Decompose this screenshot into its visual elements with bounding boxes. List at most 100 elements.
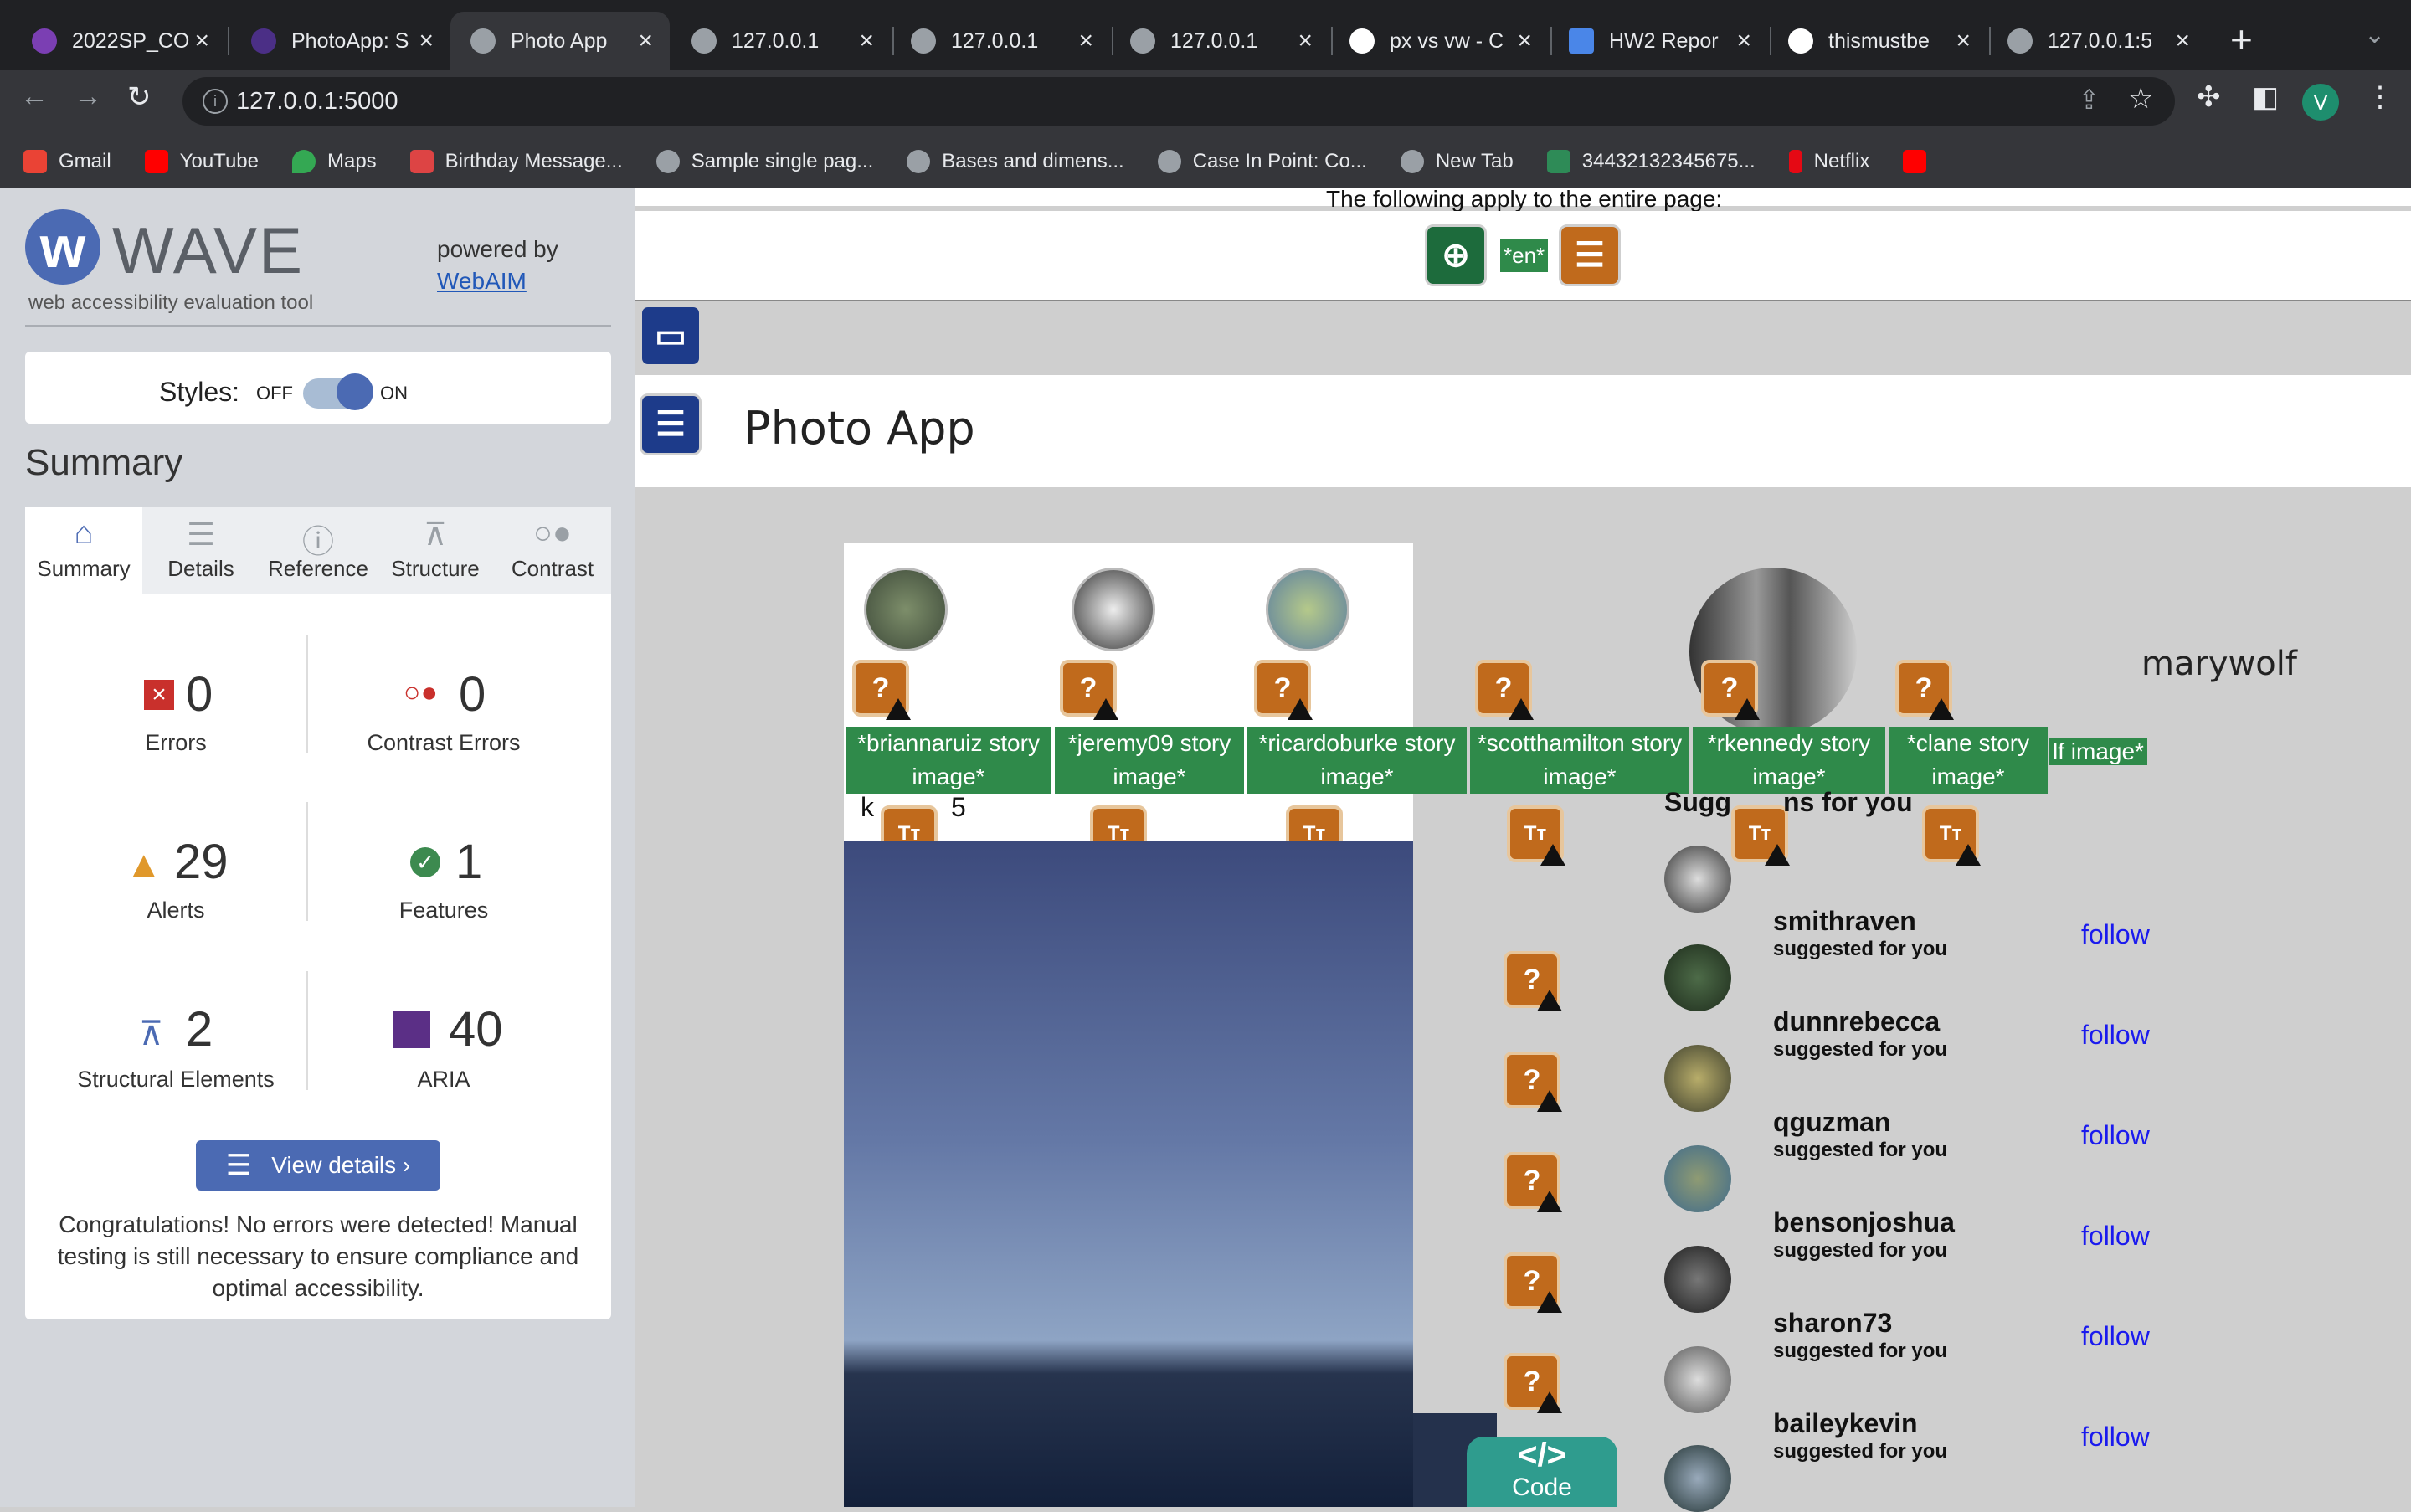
bookmark-youtube[interactable]: YouTube <box>144 150 259 173</box>
language-globe-icon[interactable]: ⊕ <box>1425 224 1487 286</box>
language-tag: *en* <box>1500 239 1549 272</box>
header-region-icon[interactable]: ▭ <box>640 305 702 367</box>
globe-icon <box>1400 150 1424 173</box>
extensions-icon[interactable]: ✣ <box>2197 80 2221 114</box>
browser-tab[interactable]: 127.0.0.1:5 × <box>1987 12 2207 70</box>
tab-details[interactable]: ☰ Details <box>142 507 260 594</box>
back-icon[interactable]: ← <box>20 80 49 113</box>
text-alert-icon[interactable]: Tт <box>1507 805 1565 866</box>
close-tab-icon[interactable]: × <box>1078 27 1093 55</box>
browser-tab[interactable]: px vs vw - C × <box>1329 12 1549 70</box>
browser-tab[interactable]: thismustbe × <box>1768 12 1987 70</box>
bookmark-number[interactable]: 34432132345675... <box>1546 150 1756 173</box>
tab-contrast[interactable]: ○● Contrast <box>494 507 611 594</box>
close-tab-icon[interactable]: × <box>194 27 209 55</box>
bookmark-sample-page[interactable]: Sample single pag... <box>655 150 873 173</box>
bookmark-new-tab[interactable]: New Tab <box>1400 150 1514 173</box>
browser-tab[interactable]: 127.0.0.1 × <box>891 12 1110 70</box>
missing-alt-alert-icon[interactable]: ? <box>852 660 911 720</box>
side-panel-icon[interactable]: ◧ <box>2252 80 2279 114</box>
bookmark-netflix[interactable]: Netflix <box>1788 150 1869 173</box>
browser-tab[interactable]: 2022SP_CO × <box>12 12 226 70</box>
bookmark-gmail[interactable]: Gmail <box>23 150 111 173</box>
follow-button[interactable]: follow <box>2081 1321 2150 1352</box>
post-image[interactable] <box>844 841 1413 1507</box>
story-avatar[interactable] <box>864 568 948 651</box>
contrast-icon: ○● <box>533 516 572 551</box>
browser-tab[interactable]: PhotoApp: S × <box>231 12 450 70</box>
webaim-link[interactable]: WebAIM <box>437 268 527 295</box>
tab-search-icon[interactable]: ⌄ <box>2364 20 2385 49</box>
styles-toggle-knob[interactable] <box>337 373 373 410</box>
aria-icon <box>393 1011 430 1048</box>
close-tab-icon[interactable]: × <box>859 27 874 55</box>
tab-structure[interactable]: ⊼ Structure <box>377 507 494 594</box>
suggestion-subtitle: suggested for you <box>1773 1139 1948 1161</box>
missing-alt-alert-icon[interactable]: ? <box>1504 1252 1562 1313</box>
bookmark-case-in-point[interactable]: Case In Point: Co... <box>1157 150 1367 173</box>
browser-tab[interactable]: HW2 Repor × <box>1549 12 1768 70</box>
tab-summary[interactable]: ⌂ Summary <box>25 507 142 594</box>
browser-tab[interactable]: 127.0.0.1 × <box>1110 12 1329 70</box>
reload-icon[interactable]: ↻ <box>127 80 152 114</box>
info-icon[interactable]: i <box>203 89 228 114</box>
suggestion-avatar[interactable] <box>1664 1246 1731 1313</box>
bookmark-maps[interactable]: Maps <box>291 150 377 173</box>
follow-button[interactable]: follow <box>2081 1422 2150 1453</box>
view-details-button[interactable]: ☰ View details › <box>196 1140 440 1191</box>
profile-avatar[interactable]: V <box>2302 84 2339 121</box>
apply-text: The following apply to the entire page: <box>1326 186 1723 212</box>
suggestion-avatar[interactable] <box>1664 1346 1731 1413</box>
close-tab-icon[interactable]: × <box>1736 27 1751 55</box>
suggestion-avatar[interactable] <box>1664 846 1731 913</box>
suggestion-name: baileykevin <box>1773 1408 1918 1438</box>
address-bar[interactable]: i 127.0.0.1:5000 ⇪ ☆ <box>182 77 2175 126</box>
maps-icon <box>291 150 316 173</box>
bookmark-bases[interactable]: Bases and dimens... <box>907 150 1124 173</box>
browser-tab-active[interactable]: Photo App × <box>450 12 670 70</box>
suggestion-name: smithraven <box>1773 906 1916 936</box>
forward-icon[interactable]: → <box>74 80 102 113</box>
close-tab-icon[interactable]: × <box>2175 27 2190 55</box>
suggestion-avatar[interactable] <box>1664 1445 1731 1512</box>
bookmark-birthday[interactable]: Birthday Message... <box>409 150 623 173</box>
follow-button[interactable]: follow <box>2081 919 2150 950</box>
close-tab-icon[interactable]: × <box>638 27 653 55</box>
suggestion-avatar[interactable] <box>1664 1045 1731 1112</box>
missing-alt-alert-icon[interactable]: ? <box>1254 660 1313 720</box>
bookmark-star-icon[interactable]: ☆ <box>2128 82 2153 116</box>
missing-alt-alert-icon[interactable]: ? <box>1504 1353 1562 1413</box>
follow-button[interactable]: follow <box>2081 1221 2150 1252</box>
code-button[interactable]: </> Code <box>1467 1437 1617 1507</box>
globe-icon <box>1157 150 1181 173</box>
story-avatar[interactable] <box>1072 568 1155 651</box>
missing-alt-alert-icon[interactable]: ? <box>1504 1152 1562 1212</box>
suggestion-avatar[interactable] <box>1664 944 1731 1011</box>
structure-icon: ⊼ <box>139 1016 164 1052</box>
new-tab-icon[interactable]: + <box>2230 17 2253 62</box>
follow-button[interactable]: follow <box>2081 1020 2150 1051</box>
text-alert-icon[interactable]: Tт <box>1922 805 1981 866</box>
menu-icon[interactable]: ⋮ <box>2366 80 2394 114</box>
bookmark-youtube-2[interactable] <box>1903 150 1938 173</box>
close-tab-icon[interactable]: × <box>419 27 434 55</box>
missing-alt-alert-icon[interactable]: ? <box>1895 660 1954 720</box>
browser-tab[interactable]: 127.0.0.1 × <box>671 12 891 70</box>
close-tab-icon[interactable]: × <box>1956 27 1971 55</box>
structure-icon: ⊼ <box>424 517 447 553</box>
missing-alt-alert-icon[interactable]: ? <box>1475 660 1534 720</box>
missing-alt-alert-icon[interactable]: ? <box>1504 951 1562 1011</box>
tab-reference[interactable]: ⓘ Reference <box>260 507 377 594</box>
missing-alt-alert-icon[interactable]: ? <box>1504 1052 1562 1112</box>
close-tab-icon[interactable]: × <box>1517 27 1532 55</box>
share-icon[interactable]: ⇪ <box>2078 84 2100 116</box>
error-icon: × <box>144 680 174 710</box>
follow-button[interactable]: follow <box>2081 1120 2150 1151</box>
story-avatar[interactable] <box>1266 568 1349 651</box>
close-tab-icon[interactable]: × <box>1298 27 1313 55</box>
layout-alert-icon[interactable]: ☰ <box>1559 224 1621 286</box>
suggestion-avatar[interactable] <box>1664 1145 1731 1212</box>
missing-alt-alert-icon[interactable]: ? <box>1701 660 1760 720</box>
heading-region-icon[interactable]: ☰ <box>640 393 702 455</box>
missing-alt-alert-icon[interactable]: ? <box>1060 660 1118 720</box>
